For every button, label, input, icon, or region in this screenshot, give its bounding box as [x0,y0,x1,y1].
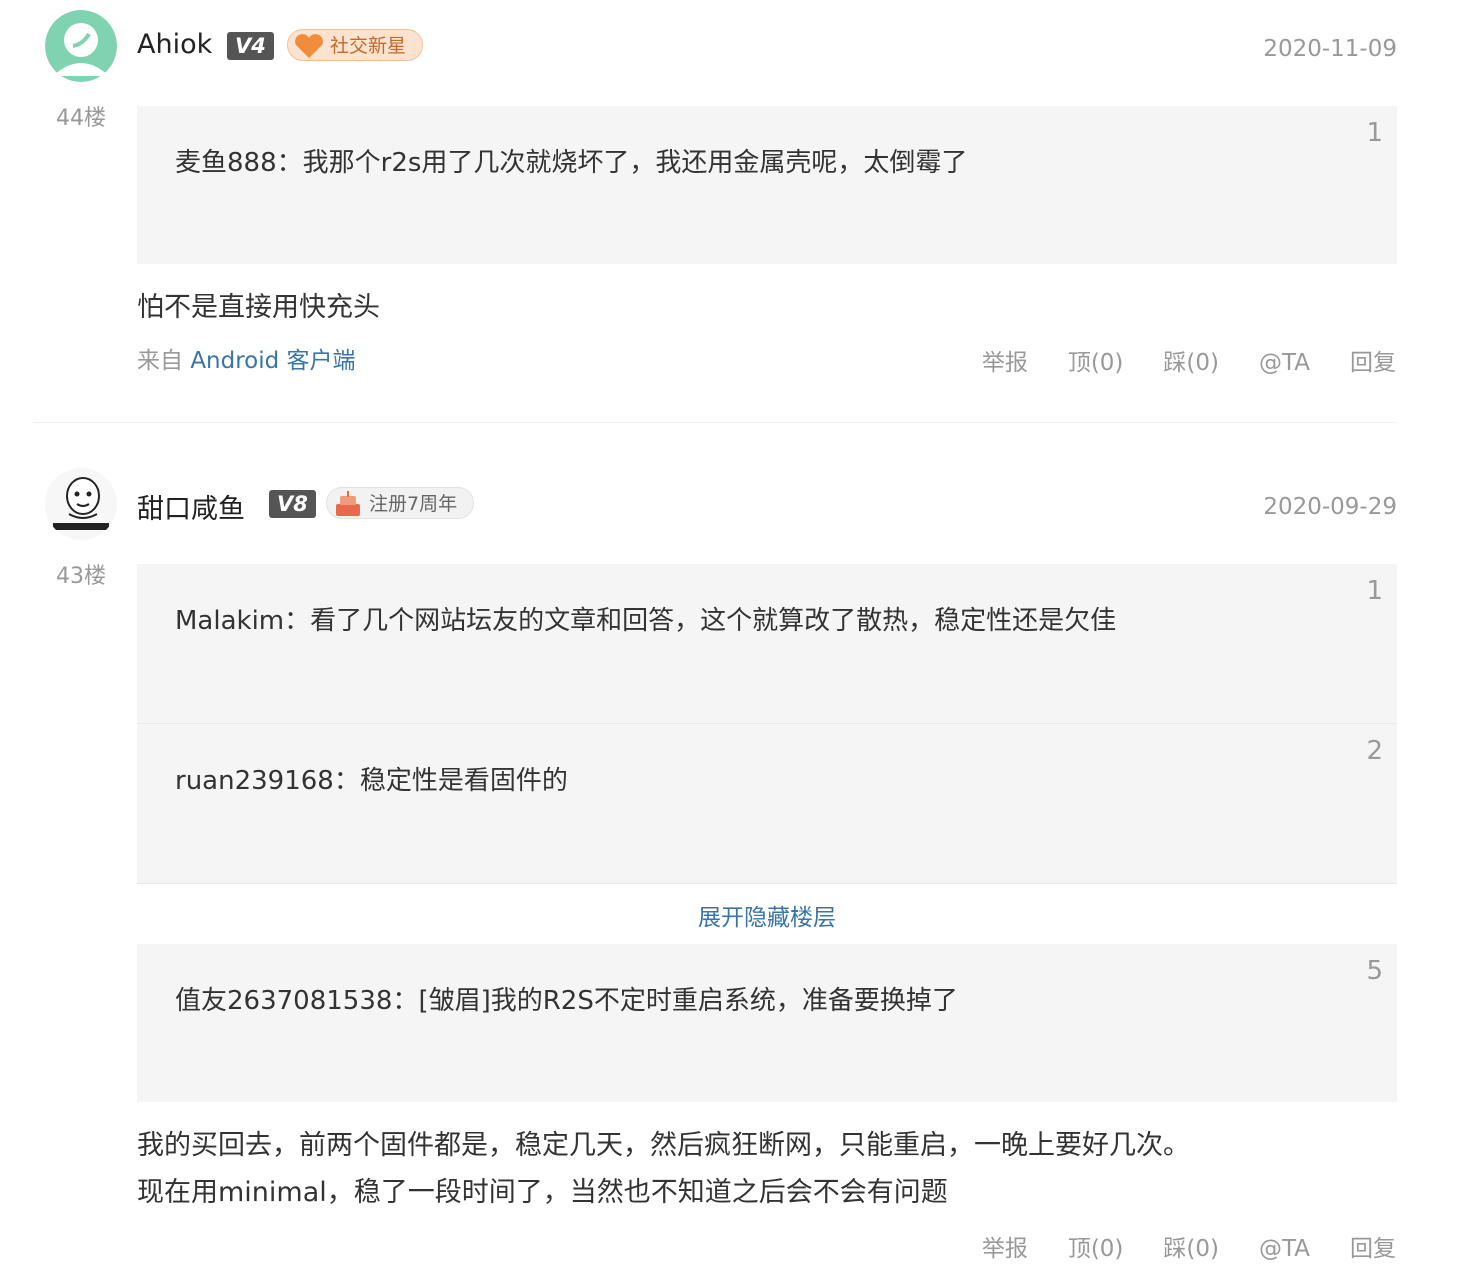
report-button[interactable]: 举报 [982,350,1028,376]
floor-number: 43楼 [56,564,106,589]
quote-block: 值友2637081538：[皱眉]我的R2S不定时重启系统，准备要换掉了 5 [137,944,1397,1102]
quote-number: 1 [1366,576,1383,606]
badge-label: 社交新星 [330,35,407,57]
floor-number: 44楼 [56,106,106,131]
quote-separator: ： [333,766,360,796]
reply-button[interactable]: 回复 [1350,1236,1396,1262]
quote-separator: ： [284,606,311,636]
comment-date: 2020-11-09 [1263,36,1397,62]
mention-button[interactable]: @TA [1259,350,1310,376]
quote-text: [皱眉]我的R2S不定时重启系统，准备要换掉了 [418,986,958,1016]
upvote-button[interactable]: 顶(0) [1068,1236,1124,1262]
quote-author[interactable]: Malakim [175,606,284,636]
quote-block: Malakim：看了几个网站坛友的文章和回答，这个就算改了散热，稳定性还是欠佳 … [137,564,1397,724]
upvote-button[interactable]: 顶(0) [1068,350,1124,376]
quote-separator: ： [276,148,303,178]
level-badge: V8 [269,490,316,518]
downvote-button[interactable]: 踩(0) [1163,1236,1219,1262]
avatar[interactable] [45,468,117,540]
quote-separator: ： [392,986,419,1016]
quote-number: 1 [1366,118,1383,148]
comment-text: 怕不是直接用快充头 [137,292,380,323]
action-bar: 举报 顶(0) 踩(0) @TA 回复 [942,1229,1396,1263]
quote-author[interactable]: ruan239168 [175,766,334,796]
achievement-badge: 注册7周年 [326,487,475,519]
quote-text: 看了几个网站坛友的文章和回答，这个就算改了散热，稳定性还是欠佳 [310,606,1117,636]
achievement-badge: 社交新星 [287,29,424,61]
quote-text: 稳定性是看固件的 [359,766,568,796]
comment-divider [33,422,1397,423]
source-link[interactable]: Android 客户端 [190,348,355,374]
badge-label: 注册7周年 [369,493,458,515]
report-button[interactable]: 举报 [982,1236,1028,1262]
quote-author[interactable]: 麦鱼888 [175,148,277,178]
avatar[interactable] [45,10,117,82]
comment-date: 2020-09-29 [1263,494,1397,520]
quote-text: 我那个r2s用了几次就烧坏了，我还用金属壳呢，太倒霉了 [302,148,968,178]
quote-block: 麦鱼888：我那个r2s用了几次就烧坏了，我还用金属壳呢，太倒霉了 1 [137,106,1397,264]
comment-source: 来自 Android 客户端 [137,341,356,375]
action-bar: 举报 顶(0) 踩(0) @TA 回复 [942,343,1396,377]
mention-button[interactable]: @TA [1259,1236,1310,1262]
quote-block: ruan239168：稳定性是看固件的 2 [137,724,1397,884]
comment-line: 我的买回去，前两个固件都是，稳定几天，然后疯狂断网，只能重启，一晚上要好几次。 [137,1130,1190,1161]
source-prefix: 来自 [137,348,183,374]
quote-number: 2 [1366,736,1383,766]
cake-icon [336,491,360,516]
comment-text: 我的买回去，前两个固件都是，稳定几天，然后疯狂断网，只能重启，一晚上要好几次。 … [137,1122,1190,1216]
reply-button[interactable]: 回复 [1350,350,1396,376]
quote-author[interactable]: 值友2637081538 [175,986,392,1016]
heart-icon [295,34,323,58]
username[interactable]: Ahiok [137,29,212,60]
username[interactable]: 甜口咸鱼 [137,487,245,526]
quote-number: 5 [1366,956,1383,986]
level-badge: V4 [227,32,274,60]
downvote-button[interactable]: 踩(0) [1163,350,1219,376]
expand-hidden-floors-link[interactable]: 展开隐藏楼层 [137,898,1397,932]
comment-line: 现在用minimal，稳了一段时间了，当然也不知道之后会不会有问题 [137,1177,948,1208]
